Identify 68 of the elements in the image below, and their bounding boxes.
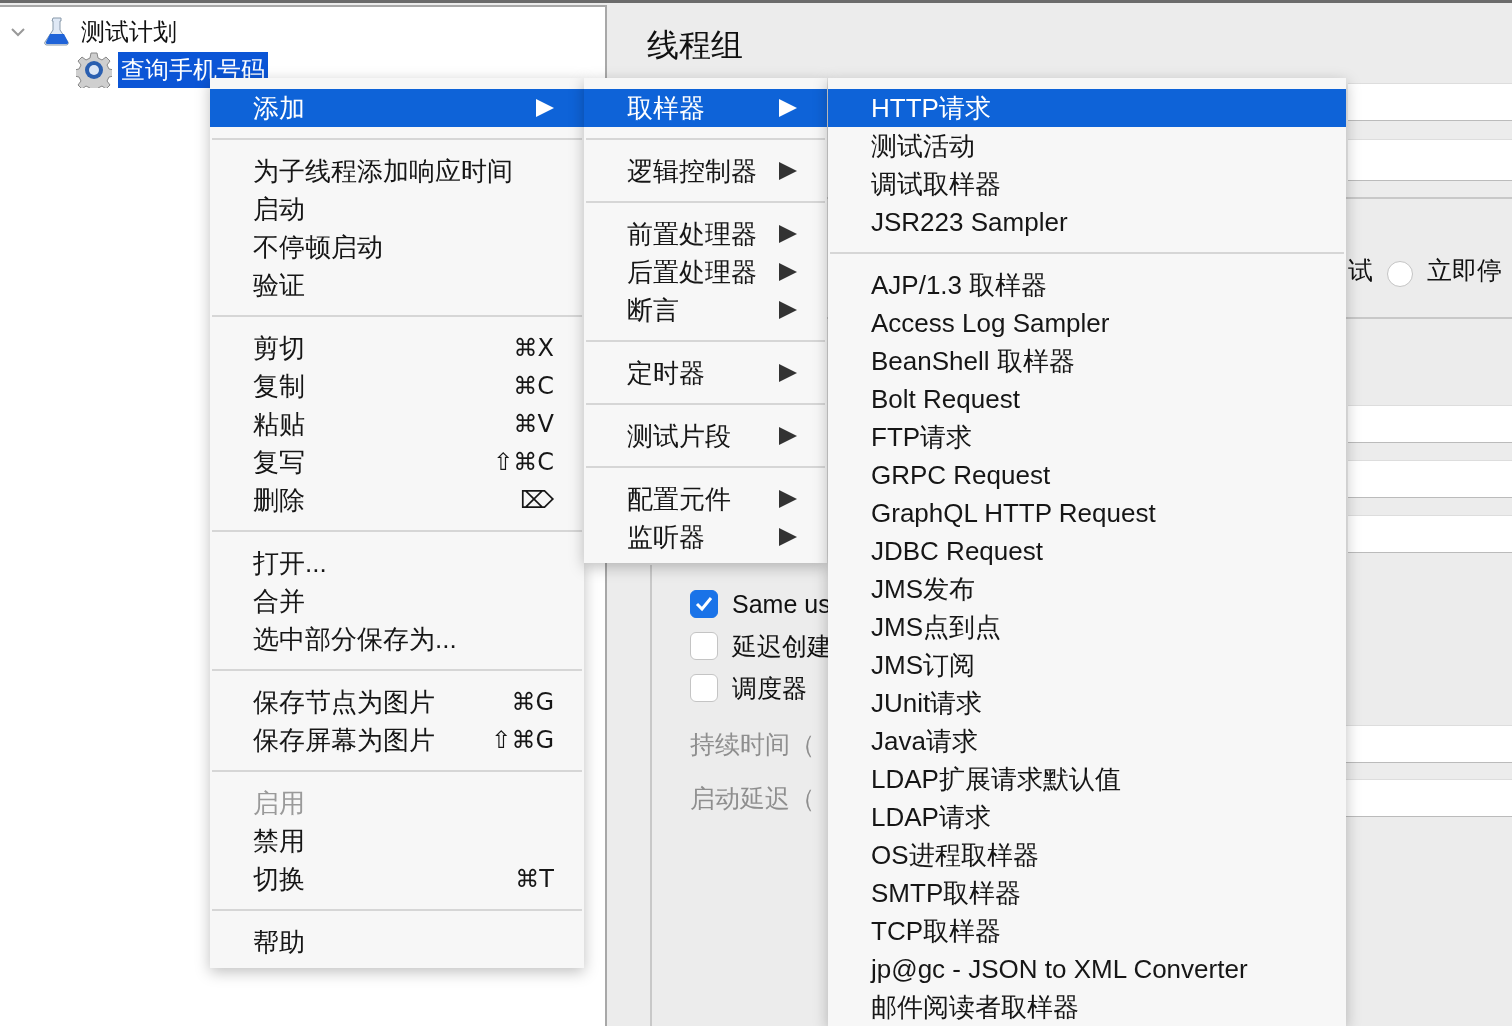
menu-item[interactable]: 为子线程添加响应时间 (210, 152, 584, 190)
menu-item[interactable]: OS进程取样器 (828, 836, 1346, 874)
menu-item[interactable]: 帮助 (210, 923, 584, 961)
menu-item[interactable]: 保存屏幕为图片 ⇧⌘G (210, 721, 584, 759)
menu-item[interactable]: 剪切 ⌘X (210, 329, 584, 367)
menu-item[interactable]: TCP取样器 (828, 912, 1346, 950)
menu-item[interactable]: SMTP取样器 (828, 874, 1346, 912)
menu-item[interactable]: 后置处理器 (584, 253, 827, 291)
menu-item[interactable]: 打开... (210, 544, 584, 582)
menu-item[interactable]: JUnit请求 (828, 684, 1346, 722)
menu-item[interactable]: 取样器 (584, 89, 827, 127)
menu-item[interactable]: JDBC Request (828, 532, 1346, 570)
menu-item[interactable]: 添加 (210, 89, 584, 127)
menu-item[interactable]: Bolt Request (828, 380, 1346, 418)
menu-item[interactable]: 切换 ⌘T (210, 860, 584, 898)
menu-item[interactable]: HTTP请求 (828, 89, 1346, 127)
checkmark-icon (695, 596, 713, 612)
menu-item[interactable]: 监听器 (584, 518, 827, 556)
menu-item[interactable]: 调试取样器 (828, 165, 1346, 203)
menu-item[interactable]: AJP/1.3 取样器 (828, 266, 1346, 304)
menu-item[interactable]: 保存节点为图片 ⌘G (210, 683, 584, 721)
menu-item[interactable]: 复写 ⇧⌘C (210, 443, 584, 481)
gear-icon (76, 52, 112, 88)
panel-title: 线程组 (647, 26, 744, 65)
menu-item[interactable]: GraphQL HTTP Request (828, 494, 1346, 532)
field-label: 持续时间（ (690, 728, 815, 760)
menu-item[interactable]: JSR223 Sampler (828, 203, 1346, 241)
menu-item[interactable]: 禁用 (210, 822, 584, 860)
menu-item[interactable]: 删除 ⌦ (210, 481, 584, 519)
menu-item[interactable]: 断言 (584, 291, 827, 329)
checkbox[interactable] (690, 674, 718, 702)
menu-item[interactable]: 复制 ⌘C (210, 367, 584, 405)
menu-item[interactable]: FTP请求 (828, 418, 1346, 456)
input-field[interactable] (1348, 405, 1512, 443)
menu-item[interactable]: 前置处理器 (584, 215, 827, 253)
radio-label: 立即停 (1427, 255, 1502, 286)
field-label: 启动延迟（ (690, 782, 815, 814)
menu-item[interactable]: LDAP请求 (828, 798, 1346, 836)
menu-item[interactable]: 配置元件 (584, 480, 827, 518)
radio-label: 试 (1348, 255, 1373, 286)
menu-item[interactable]: 合并 (210, 582, 584, 620)
menu-item[interactable]: BeanShell 取样器 (828, 342, 1346, 380)
menu-item[interactable]: GRPC Request (828, 456, 1346, 494)
radio-button[interactable] (1387, 261, 1413, 287)
menu-item[interactable]: 定时器 (584, 354, 827, 392)
menu-item[interactable]: 启动 (210, 190, 584, 228)
menu-item[interactable]: 不停顿启动 (210, 228, 584, 266)
menu-item[interactable]: 验证 (210, 266, 584, 304)
menu-item[interactable]: 粘贴 ⌘V (210, 405, 584, 443)
input-field[interactable] (1348, 460, 1512, 498)
flask-icon (42, 16, 72, 48)
menu-item[interactable]: Access Log Sampler (828, 304, 1346, 342)
menu-item[interactable]: 测试活动 (828, 127, 1346, 165)
menu-item[interactable]: 逻辑控制器 (584, 152, 827, 190)
menu-item[interactable]: 测试片段 (584, 417, 827, 455)
tree-item[interactable]: 测试计划 (78, 14, 180, 50)
menu-item[interactable]: jp@gc - JSON to XML Converter (828, 950, 1346, 988)
menu-item[interactable]: Java请求 (828, 722, 1346, 760)
menu-item[interactable]: JMS发布 (828, 570, 1346, 608)
menu-item[interactable]: 选中部分保存为... (210, 620, 584, 658)
menu-item[interactable]: LDAP扩展请求默认值 (828, 760, 1346, 798)
menu-item[interactable]: 邮件阅读者取样器 (828, 988, 1346, 1026)
name-field[interactable] (1348, 83, 1512, 121)
checkbox-label: 调度器 (732, 672, 807, 704)
checkbox[interactable] (690, 632, 718, 660)
comments-field[interactable] (1348, 139, 1512, 181)
input-field[interactable] (1348, 515, 1512, 553)
checkbox[interactable] (690, 590, 718, 618)
